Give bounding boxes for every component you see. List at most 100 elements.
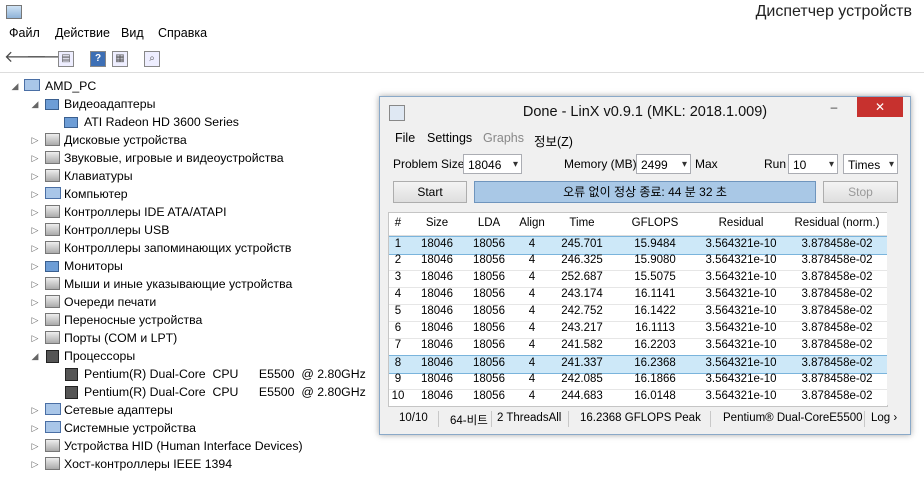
cell-size: 18046 [421, 271, 453, 283]
cell-gflops: 15.9484 [634, 238, 676, 250]
linx-menu-file[interactable]: File [395, 131, 415, 145]
run-count-value: 10 [793, 158, 807, 172]
tree-root-label: AMD_PC [45, 79, 97, 93]
cell-index: 4 [394, 288, 402, 300]
cell-time: 242.085 [561, 373, 603, 385]
run-unit-select[interactable]: Times ▾ [843, 154, 898, 174]
expand-icon[interactable]: ▷ [30, 437, 40, 455]
column-header[interactable]: Residual [697, 217, 785, 229]
expand-icon[interactable]: ▷ [30, 203, 40, 221]
table-row[interactable]: 7 18046 18056 4 241.582 16.2203 3.564321e-10 3.… [389, 338, 887, 356]
menu-view[interactable]: Вид [121, 26, 144, 40]
cell-residual-norm: 3.878458e-02 [801, 288, 873, 300]
expand-icon[interactable]: ▷ [30, 401, 40, 419]
portable-device-icon [45, 313, 60, 326]
separator [710, 411, 711, 427]
linx-menu-graphs[interactable]: Graphs [483, 131, 524, 145]
expand-icon[interactable]: ▷ [30, 311, 40, 329]
column-header[interactable]: # [389, 217, 407, 229]
expand-icon[interactable]: ▷ [30, 419, 40, 437]
collapse-icon[interactable]: ◢ [10, 77, 20, 95]
start-button[interactable]: Start [393, 181, 467, 203]
table-row[interactable]: 6 18046 18056 4 243.217 16.1113 3.564321e-10 3.… [389, 321, 887, 339]
stop-button[interactable]: Stop [823, 181, 898, 203]
linx-menu-settings[interactable]: Settings [427, 131, 472, 145]
scan-hardware-icon[interactable]: ⌕ [144, 51, 160, 67]
cell-index: 6 [394, 322, 402, 334]
port-icon [45, 331, 60, 344]
expand-icon[interactable]: ▷ [30, 275, 40, 293]
column-header[interactable]: Size [411, 217, 463, 229]
run-count-select[interactable]: 10 ▾ [788, 154, 838, 174]
cell-index: 3 [394, 271, 402, 283]
expand-icon[interactable]: ▷ [30, 149, 40, 167]
ieee1394-icon [45, 457, 60, 470]
cell-align: 4 [528, 254, 536, 266]
back-arrow-icon[interactable]: 🡐 [4, 49, 47, 67]
tree-item-label: Мыши и иные указывающие устройства [64, 277, 293, 291]
run-label: Run [764, 157, 787, 171]
expand-icon[interactable]: ▷ [30, 293, 40, 311]
expand-icon[interactable]: ▷ [30, 221, 40, 239]
cell-time: 245.701 [561, 238, 603, 250]
speaker-icon [45, 151, 60, 164]
close-button[interactable]: ✕ [857, 97, 903, 117]
cell-residual: 3.564321e-10 [705, 271, 777, 283]
column-header[interactable]: LDA [465, 217, 513, 229]
forward-arrow-icon[interactable]: 🡒 [26, 49, 69, 67]
status-cpu: Pentium® Dual-CoreE5500 [723, 412, 863, 424]
menu-action[interactable]: Действие [55, 26, 110, 40]
log-button[interactable]: Log › [871, 412, 897, 424]
menu-help[interactable]: Справка [158, 26, 207, 40]
expand-icon[interactable]: ▷ [30, 167, 40, 185]
collapse-icon[interactable]: ◢ [30, 95, 40, 113]
vertical-scrollbar[interactable] [887, 212, 901, 405]
problem-size-select[interactable]: 18046 ▾ [463, 154, 522, 174]
expand-icon[interactable]: ▷ [30, 455, 40, 473]
help-icon[interactable]: ? [90, 51, 106, 67]
minimize-button[interactable]: – [820, 97, 848, 117]
cell-residual: 3.564321e-10 [705, 288, 777, 300]
column-header[interactable]: Residual (norm.) [787, 217, 887, 229]
cell-residual-norm: 3.878458e-02 [801, 390, 873, 402]
cell-size: 18046 [421, 373, 453, 385]
collapse-icon[interactable]: ◢ [30, 347, 40, 365]
tree-item-label: ATI Radeon HD 3600 Series [84, 115, 239, 129]
memory-select[interactable]: 2499 ▾ [636, 154, 691, 174]
linx-window: Done - LinX v0.9.1 (MKL: 2018.1.009) – ✕… [379, 96, 911, 435]
column-header[interactable]: Time [551, 217, 613, 229]
cell-align: 4 [528, 357, 536, 369]
display-adapter-icon [64, 117, 78, 128]
status-peak-gflops: 16.2368 GFLOPS Peak [580, 412, 701, 424]
tree-item-label: Компьютер [64, 187, 128, 201]
cell-align: 4 [528, 322, 536, 334]
max-label[interactable]: Max [695, 157, 718, 171]
cell-residual-norm: 3.878458e-02 [801, 357, 873, 369]
expand-icon[interactable]: ▷ [30, 239, 40, 257]
table-row[interactable]: 3 18046 18056 4 252.687 15.5075 3.564321e-10 3.… [389, 270, 887, 288]
cell-residual: 3.564321e-10 [705, 254, 777, 266]
expand-icon[interactable]: ▷ [30, 185, 40, 203]
tree-item-label: Pentium(R) Dual-Core CPU E5500 @ 2.80GHz [84, 367, 366, 381]
cell-lda: 18056 [473, 238, 505, 250]
title-bar: Диспетчер устройств [0, 0, 924, 24]
expand-icon[interactable]: ▷ [30, 329, 40, 347]
column-header[interactable]: Align [515, 217, 549, 229]
expand-icon[interactable]: ▷ [30, 257, 40, 275]
cell-residual-norm: 3.878458e-02 [801, 238, 873, 250]
expand-icon[interactable]: ▷ [30, 131, 40, 149]
linx-menu-info[interactable]: 정보(Z) [534, 131, 573, 150]
column-header[interactable]: GFLOPS [615, 217, 695, 229]
table-row[interactable]: 9 18046 18056 4 242.085 16.1866 3.564321e-10 3.… [389, 372, 887, 390]
view-icon[interactable]: ▦ [112, 51, 128, 67]
table-row[interactable]: 5 18046 18056 4 242.752 16.1422 3.564321e-10 3.… [389, 304, 887, 322]
chevron-down-icon: ▾ [681, 159, 687, 170]
properties-icon[interactable]: ▤ [58, 51, 74, 67]
menu-file[interactable]: Файл [9, 26, 40, 40]
separator [864, 411, 865, 427]
cell-index: 5 [394, 305, 402, 317]
table-row[interactable]: 2 18046 18056 4 246.325 15.9080 3.564321e-10 3.… [389, 253, 887, 271]
cell-gflops: 15.9080 [634, 254, 676, 266]
table-row[interactable]: 4 18046 18056 4 243.174 16.1141 3.564321e-10 3.… [389, 287, 887, 305]
cell-time: 243.174 [561, 288, 603, 300]
